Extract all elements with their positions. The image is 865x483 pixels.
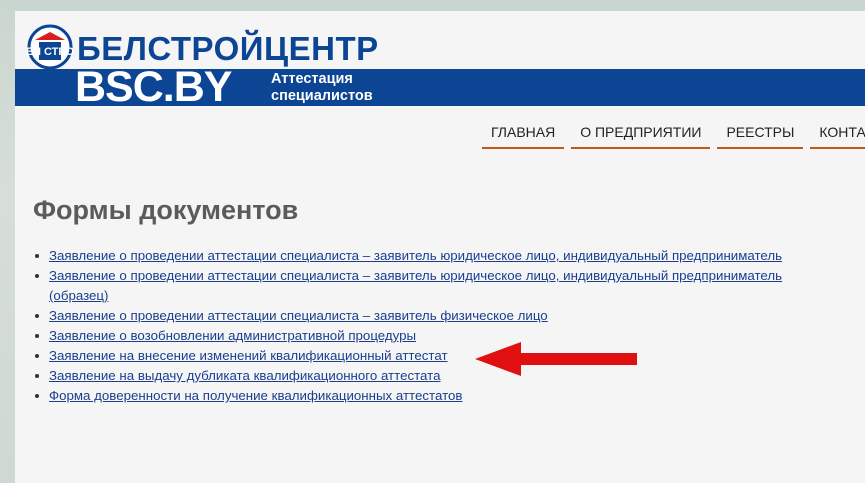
document-forms-list: Заявление о проведении аттестации специа… <box>35 246 825 406</box>
list-item: Форма доверенности на получение квалифик… <box>35 386 825 406</box>
form-link[interactable]: Заявление о проведении аттестации специа… <box>49 248 782 263</box>
form-link[interactable]: Заявление на выдачу дубликата квалификац… <box>49 368 441 383</box>
form-link[interactable]: Заявление о проведении аттестации специа… <box>49 268 782 303</box>
site-tagline: Аттестация специалистов <box>271 71 373 105</box>
nav-item-about[interactable]: О ПРЕДПРИЯТИИ <box>571 122 711 149</box>
site-header: БЕЛ СТРОЙ БЕЛСТРОЙЦЕНТР BSC.BY Аттестаци… <box>15 11 865 109</box>
nav-item-registries[interactable]: РЕЕСТРЫ <box>717 122 804 149</box>
list-item: Заявление о проведении аттестации специа… <box>35 266 825 306</box>
list-item: Заявление о возобновлении административн… <box>35 326 825 346</box>
list-item: Заявление о проведении аттестации специа… <box>35 246 825 266</box>
page-title: Формы документов <box>33 195 299 225</box>
list-item: Заявление о проведении аттестации специа… <box>35 306 825 326</box>
list-item: Заявление на внесение изменений квалифик… <box>35 346 825 366</box>
bsc-logo-badge-icon[interactable]: БЕЛ СТРОЙ <box>27 24 73 70</box>
list-item: Заявление на выдачу дубликата квалификац… <box>35 366 825 386</box>
main-nav: ГЛАВНАЯ О ПРЕДПРИЯТИИ РЕЕСТРЫ КОНТАКТ <box>482 122 865 149</box>
tagline-line-1: Аттестация <box>271 71 353 87</box>
page: БЕЛ СТРОЙ БЕЛСТРОЙЦЕНТР BSC.BY Аттестаци… <box>15 11 865 483</box>
brand-name-ru[interactable]: БЕЛСТРОЙЦЕНТР <box>77 31 379 67</box>
nav-item-home[interactable]: ГЛАВНАЯ <box>482 122 565 149</box>
tagline-line-2: специалистов <box>271 88 373 104</box>
form-link[interactable]: Заявление о проведении аттестации специа… <box>49 308 548 323</box>
red-arrow-left-icon <box>475 342 637 376</box>
form-link[interactable]: Форма доверенности на получение квалифик… <box>49 388 462 403</box>
form-link[interactable]: Заявление о возобновлении административн… <box>49 328 416 343</box>
brand-name-domain[interactable]: BSC.BY <box>75 66 232 109</box>
form-link[interactable]: Заявление на внесение изменений квалифик… <box>49 348 448 363</box>
logo-badge-text: БЕЛ СТРОЙ <box>27 45 73 58</box>
nav-item-contacts[interactable]: КОНТАКТ <box>810 122 865 149</box>
